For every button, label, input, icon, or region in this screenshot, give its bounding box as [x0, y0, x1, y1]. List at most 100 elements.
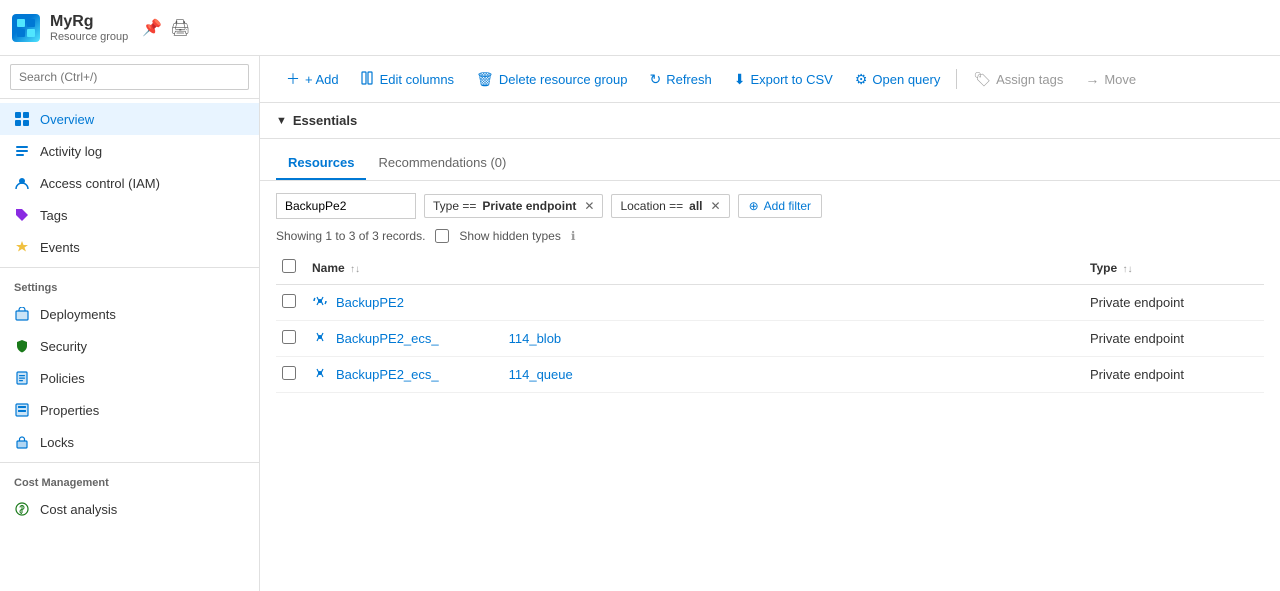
- overview-icon: [14, 111, 30, 127]
- type-filter-value: Private endpoint: [482, 199, 576, 213]
- row1-name-cell: BackupPE2: [306, 285, 1084, 321]
- assign-tags-icon: 🏷: [973, 71, 991, 88]
- location-filter-value: all: [689, 199, 702, 213]
- top-bar: MyRg Resource group 📌 🖨: [0, 0, 1280, 56]
- row3-name-suffix: 114_queue: [509, 367, 573, 382]
- row1-resource-icon: [312, 293, 328, 312]
- row2-name-suffix: 114_blob: [509, 331, 562, 346]
- show-hidden-info-icon[interactable]: ℹ: [571, 229, 576, 243]
- policies-icon: [14, 370, 30, 386]
- deployments-icon: [14, 306, 30, 322]
- cost-section-label: Cost Management: [0, 467, 259, 493]
- refresh-label: Refresh: [666, 72, 712, 87]
- filter-area: Type == Private endpoint ✕ Location == a…: [260, 181, 1280, 225]
- row2-type-cell: Private endpoint: [1084, 321, 1264, 357]
- sidebar-item-overview[interactable]: Overview: [0, 103, 259, 135]
- sidebar-item-activity-log[interactable]: Activity log: [0, 135, 259, 167]
- search-input[interactable]: [10, 64, 249, 90]
- header-checkbox-col: [276, 251, 306, 285]
- open-query-icon: ⚙: [855, 71, 868, 88]
- row1-checkbox[interactable]: [282, 294, 296, 308]
- essentials-header: ▼ Essentials: [260, 103, 1280, 139]
- move-button[interactable]: → Move: [1075, 66, 1146, 92]
- app-title-block: MyRg Resource group: [50, 13, 128, 43]
- tab-resources[interactable]: Resources: [276, 147, 366, 180]
- show-hidden-types-checkbox[interactable]: [435, 229, 449, 243]
- row2-resource-icon: [312, 329, 328, 348]
- name-sort-icon: ↑↓: [350, 264, 360, 275]
- resources-table: Name ↑↓ Type ↑↓: [276, 251, 1264, 393]
- settings-section-label: Settings: [0, 272, 259, 298]
- app-logo: [12, 14, 40, 42]
- print-icon[interactable]: 🖨: [170, 18, 190, 38]
- sidebar-item-events-label: Events: [40, 240, 80, 255]
- edit-columns-label: Edit columns: [380, 72, 454, 87]
- sidebar-item-tags[interactable]: Tags: [0, 199, 259, 231]
- export-label: Export to CSV: [750, 72, 832, 87]
- row3-checkbox[interactable]: [282, 366, 296, 380]
- sidebar-item-properties-label: Properties: [40, 403, 99, 418]
- row3-name-link[interactable]: BackupPE2_ecs_114_queue: [312, 365, 1078, 384]
- open-query-button[interactable]: ⚙ Open query: [845, 66, 951, 93]
- sidebar-item-cost-analysis[interactable]: Cost analysis: [0, 493, 259, 525]
- row1-type-cell: Private endpoint: [1084, 285, 1264, 321]
- sidebar-item-access-control[interactable]: Access control (IAM): [0, 167, 259, 199]
- app-subtitle: Resource group: [50, 31, 128, 43]
- sidebar-item-activity-log-label: Activity log: [40, 144, 102, 159]
- toolbar: ＋ + Add Edit columns 🗑 Delete resource g…: [260, 56, 1280, 103]
- table-header: Name ↑↓ Type ↑↓: [276, 251, 1264, 285]
- table-row: BackupPE2_ecs_114_queue Private endpoint: [276, 357, 1264, 393]
- tab-recommendations[interactable]: Recommendations (0): [366, 147, 518, 180]
- assign-tags-button[interactable]: 🏷 Assign tags: [963, 66, 1073, 93]
- sidebar-item-security[interactable]: Security: [0, 330, 259, 362]
- sidebar-item-locks-label: Locks: [40, 435, 74, 450]
- select-all-checkbox[interactable]: [282, 259, 296, 273]
- header-type-col[interactable]: Type ↑↓: [1084, 251, 1264, 285]
- add-label: + Add: [305, 72, 339, 87]
- sidebar-item-properties[interactable]: Properties: [0, 394, 259, 426]
- export-button[interactable]: ⬇ Export to CSV: [724, 66, 843, 93]
- row2-name-cell: BackupPE2_ecs_114_blob: [306, 321, 1084, 357]
- add-button[interactable]: ＋ + Add: [276, 64, 349, 94]
- row2-checkbox[interactable]: [282, 330, 296, 344]
- row2-checkbox-cell: [276, 321, 306, 357]
- sidebar-item-locks[interactable]: Locks: [0, 426, 259, 458]
- tags-icon: [14, 207, 30, 223]
- header-name-col[interactable]: Name ↑↓: [306, 251, 1084, 285]
- table-row: BackupPE2 Private endpoint: [276, 285, 1264, 321]
- row1-name-link[interactable]: BackupPE2: [312, 293, 1078, 312]
- delete-label: Delete resource group: [499, 72, 628, 87]
- row3-resource-icon: [312, 365, 328, 384]
- sidebar-item-policies[interactable]: Policies: [0, 362, 259, 394]
- sidebar-item-deployments[interactable]: Deployments: [0, 298, 259, 330]
- sidebar-item-events[interactable]: Events: [0, 231, 259, 263]
- sidebar-item-tags-label: Tags: [40, 208, 67, 223]
- assign-tags-label: Assign tags: [996, 72, 1063, 87]
- type-filter-tag: Type == Private endpoint ✕: [424, 194, 603, 218]
- type-filter-close-icon[interactable]: ✕: [584, 199, 594, 213]
- sidebar-item-overview-label: Overview: [40, 112, 94, 127]
- row2-name-link[interactable]: BackupPE2_ecs_114_blob: [312, 329, 1078, 348]
- sidebar-divider-2: [0, 462, 259, 463]
- cost-analysis-icon: [14, 501, 30, 517]
- header-name-label: Name: [312, 261, 345, 275]
- main-layout: Overview Activity log: [0, 56, 1280, 591]
- add-filter-icon: ⊕: [749, 199, 759, 213]
- export-icon: ⬇: [734, 71, 746, 88]
- sidebar-search-container: [0, 56, 259, 99]
- add-filter-button[interactable]: ⊕ Add filter: [738, 194, 822, 218]
- row3-checkbox-cell: [276, 357, 306, 393]
- chevron-down-icon[interactable]: ▼: [276, 115, 287, 127]
- sidebar-nav-items: Overview Activity log: [0, 99, 259, 529]
- name-filter-input[interactable]: [276, 193, 416, 219]
- top-bar-icons: 📌 🖨: [142, 18, 190, 38]
- pin-icon[interactable]: 📌: [142, 18, 162, 38]
- edit-columns-button[interactable]: Edit columns: [351, 66, 464, 93]
- delete-button[interactable]: 🗑 Delete resource group: [466, 66, 637, 93]
- refresh-button[interactable]: ↻ Refresh: [639, 66, 721, 93]
- sidebar-item-access-control-label: Access control (IAM): [40, 176, 160, 191]
- location-filter-close-icon[interactable]: ✕: [711, 199, 721, 213]
- move-icon: →: [1085, 71, 1099, 87]
- sidebar-item-policies-label: Policies: [40, 371, 85, 386]
- move-label: Move: [1104, 72, 1136, 87]
